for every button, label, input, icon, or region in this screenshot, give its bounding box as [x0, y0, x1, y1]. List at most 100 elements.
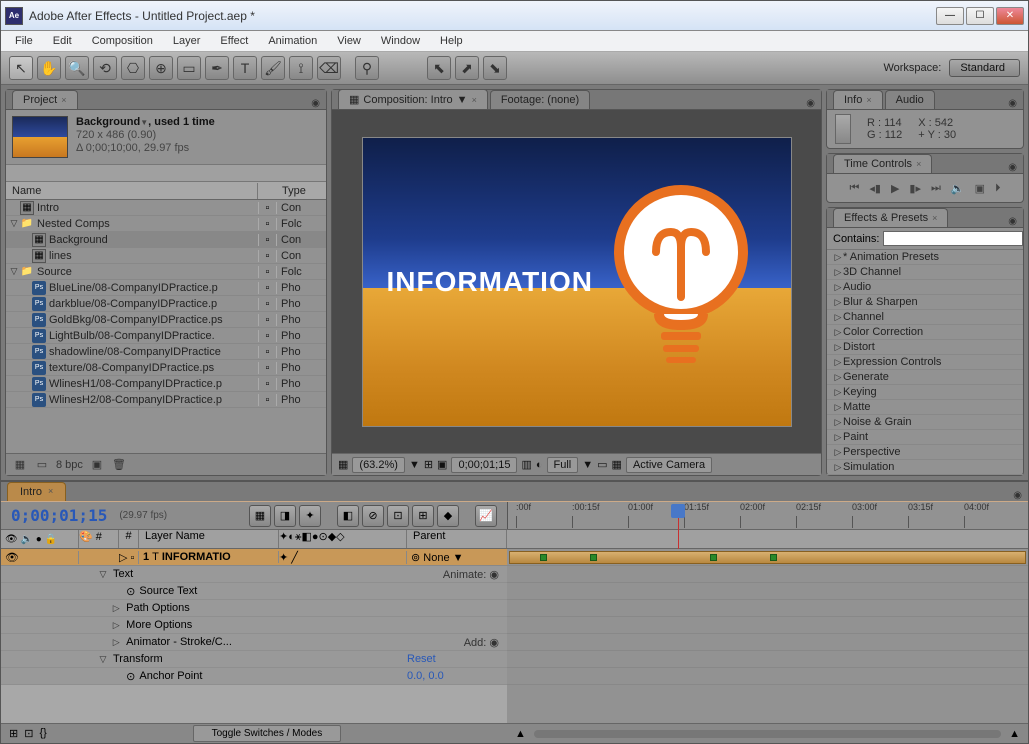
effect-category[interactable]: ▷Matte: [827, 400, 1023, 415]
effect-category[interactable]: ▷Perspective: [827, 445, 1023, 460]
composition-tab[interactable]: ▦ Composition: Intro ▼×: [338, 89, 488, 109]
effect-category[interactable]: ▷Expression Controls: [827, 355, 1023, 370]
delete-button[interactable]: 🗑: [111, 457, 127, 473]
brainstorm-button[interactable]: ⊡: [387, 505, 409, 527]
footage-tab[interactable]: Footage: (none): [490, 90, 590, 109]
brush-tool[interactable]: 🖌: [261, 56, 285, 80]
info-tab[interactable]: Info×: [833, 90, 883, 109]
composition-view[interactable]: INFORMATION: [332, 110, 821, 453]
property-row[interactable]: ▷More Options: [1, 617, 507, 634]
project-item[interactable]: ▦lines▫Con: [6, 248, 326, 264]
menu-effect[interactable]: Effect: [210, 33, 258, 49]
last-frame-button[interactable]: ⏭: [931, 182, 941, 195]
menu-window[interactable]: Window: [371, 33, 430, 49]
effect-category[interactable]: ▷Audio: [827, 280, 1023, 295]
effects-list[interactable]: ▷* Animation Presets▷3D Channel▷Audio▷Bl…: [827, 250, 1023, 475]
draft-button[interactable]: ✦: [299, 505, 321, 527]
minimize-button[interactable]: —: [936, 7, 964, 25]
toggle-button[interactable]: ▦: [612, 458, 622, 471]
effect-category[interactable]: ▷Keying: [827, 385, 1023, 400]
prev-frame-button[interactable]: ◂▮: [869, 182, 881, 195]
mute-button[interactable]: 🔈: [951, 182, 965, 195]
property-row[interactable]: ▽TransformReset: [1, 651, 507, 668]
hand-tool[interactable]: ✋: [37, 56, 61, 80]
ram-preview-button[interactable]: ⏵: [995, 182, 1001, 195]
snapshot-button[interactable]: ▦: [338, 458, 348, 471]
layer-name-column[interactable]: Layer Name: [139, 530, 279, 548]
project-tab[interactable]: Project×: [12, 90, 78, 109]
effect-category[interactable]: ▷* Animation Presets: [827, 250, 1023, 265]
bpc-button[interactable]: 8 bpc: [56, 459, 83, 471]
project-item[interactable]: Psshadowline/08-CompanyIDPractice▫Pho: [6, 344, 326, 360]
effect-category[interactable]: ▷Generate: [827, 370, 1023, 385]
zoom-tool[interactable]: 🔍: [65, 56, 89, 80]
effect-category[interactable]: ▷Color Correction: [827, 325, 1023, 340]
playhead[interactable]: [671, 504, 685, 518]
first-frame-button[interactable]: ⏮: [849, 182, 859, 195]
auto-keyframe-button[interactable]: ◆: [437, 505, 459, 527]
project-item[interactable]: PsLightBulb/08-CompanyIDPractice.▫Pho: [6, 328, 326, 344]
menu-help[interactable]: Help: [430, 33, 473, 49]
time-display[interactable]: 0;00;01;15: [451, 457, 517, 473]
property-row[interactable]: ▷Animator - Stroke/C...Add: ◉: [1, 634, 507, 651]
graph-editor-button[interactable]: ⊞: [412, 505, 434, 527]
project-item[interactable]: PsGoldBkg/08-CompanyIDPractice.ps▫Pho: [6, 312, 326, 328]
project-item[interactable]: ▽📁Nested Comps▫Folc: [6, 216, 326, 232]
frame-blend-button[interactable]: ◧: [337, 505, 359, 527]
zoom-slider[interactable]: [534, 730, 1001, 738]
time-controls-tab[interactable]: Time Controls×: [833, 154, 932, 173]
effect-category[interactable]: ▷3D Channel: [827, 265, 1023, 280]
effect-category[interactable]: ▷Paint: [827, 430, 1023, 445]
project-item[interactable]: PsBlueLine/08-CompanyIDPractice.p▫Pho: [6, 280, 326, 296]
toggle-modes-button[interactable]: {}: [39, 727, 46, 740]
menu-animation[interactable]: Animation: [258, 33, 327, 49]
pen-tool[interactable]: ✒: [205, 56, 229, 80]
panel-menu-icon[interactable]: ◉: [1013, 490, 1022, 501]
current-time[interactable]: 0;00;01;15: [11, 506, 107, 525]
close-icon[interactable]: ×: [61, 95, 66, 105]
property-row[interactable]: ▷Path Options: [1, 600, 507, 617]
world-axis-button[interactable]: ⬈: [455, 56, 479, 80]
project-search[interactable]: [6, 164, 326, 182]
mask-button[interactable]: ▣: [437, 458, 447, 471]
time-ruler[interactable]: :00f:00:15f01:00f01:15f02:00f02:15f03:00…: [507, 502, 1028, 529]
eraser-tool[interactable]: ⌫: [317, 56, 341, 80]
text-tool[interactable]: T: [233, 56, 257, 80]
shape-tool[interactable]: ▭: [177, 56, 201, 80]
zoom-in-button[interactable]: ▲: [1009, 728, 1020, 740]
selection-tool[interactable]: ↖: [9, 56, 33, 80]
expand-button[interactable]: ⊞: [9, 727, 18, 740]
resolution-select[interactable]: Full: [547, 457, 579, 473]
property-row[interactable]: ⊙ Source Text: [1, 583, 507, 600]
panel-menu-icon[interactable]: ◉: [311, 98, 320, 109]
camera-select[interactable]: Active Camera: [626, 457, 712, 473]
layer-row[interactable]: 👁▷ ▫1 T INFORMATIO✦ ╱⊚ None ▼: [1, 549, 507, 566]
panel-menu-icon[interactable]: ◉: [806, 98, 815, 109]
zoom-out-button[interactable]: ▲: [515, 728, 526, 740]
effect-category[interactable]: ▷Channel: [827, 310, 1023, 325]
effect-category[interactable]: ▷Noise & Grain: [827, 415, 1023, 430]
project-item[interactable]: PsWlinesH2/08-CompanyIDPractice.p▫Pho: [6, 392, 326, 408]
local-axis-button[interactable]: ⬉: [427, 56, 451, 80]
column-name[interactable]: Name: [6, 183, 258, 199]
menu-file[interactable]: File: [5, 33, 43, 49]
transparency-button[interactable]: ◐: [536, 459, 543, 471]
project-item[interactable]: ▦Intro▫Con: [6, 200, 326, 216]
play-button[interactable]: ▶: [891, 182, 899, 195]
next-frame-button[interactable]: ▮▸: [909, 182, 921, 195]
close-icon[interactable]: ×: [472, 95, 477, 105]
roi-button[interactable]: ▭: [597, 458, 607, 471]
project-item[interactable]: Psdarkblue/08-CompanyIDPractice.p▫Pho: [6, 296, 326, 312]
project-item[interactable]: ▦Background▫Con: [6, 232, 326, 248]
loop-button[interactable]: ▣: [975, 182, 985, 195]
clone-tool[interactable]: ⟟: [289, 56, 313, 80]
effect-category[interactable]: ▷Blur & Sharpen: [827, 295, 1023, 310]
property-row[interactable]: ▽TextAnimate: ◉: [1, 566, 507, 583]
timeline-tab[interactable]: Intro×: [7, 482, 66, 501]
menu-edit[interactable]: Edit: [43, 33, 82, 49]
toggle-switches-button[interactable]: ⊡: [24, 727, 33, 740]
column-type[interactable]: Type: [278, 183, 326, 199]
menu-view[interactable]: View: [327, 33, 371, 49]
project-item[interactable]: ▽📁Source▫Folc: [6, 264, 326, 280]
track-area[interactable]: [507, 549, 1028, 723]
